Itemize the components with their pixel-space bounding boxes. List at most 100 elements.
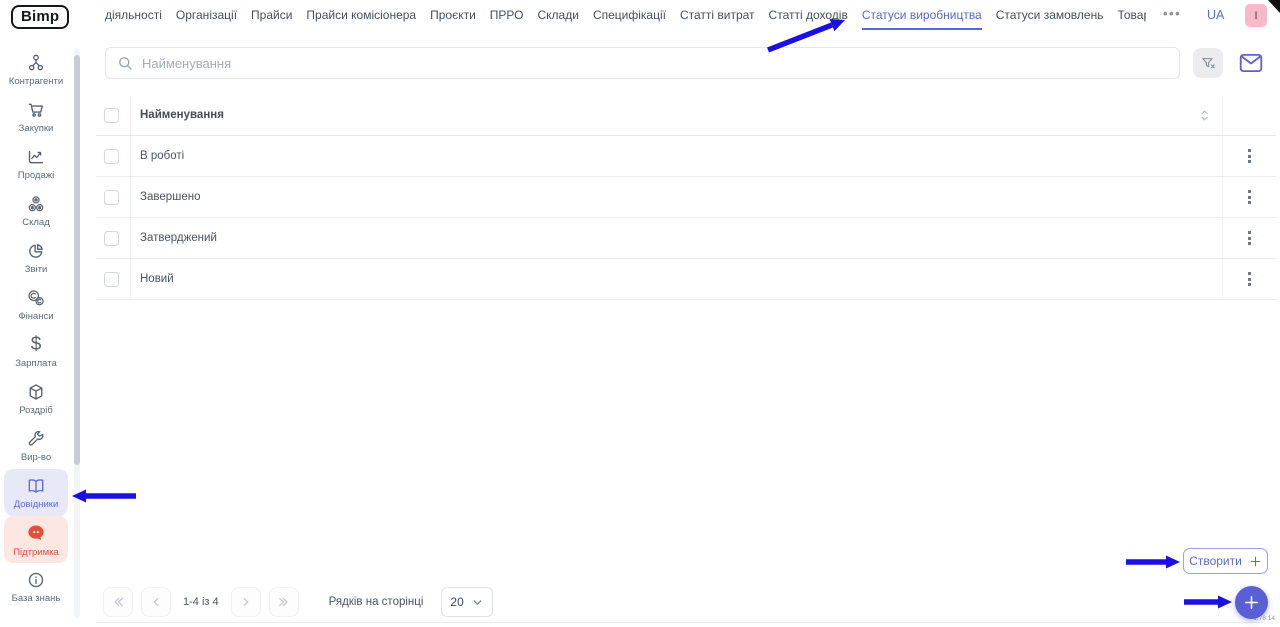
row-checkbox[interactable] [104, 148, 119, 164]
tab-tovary-ta-posluhy[interactable]: Товари та послуги [1117, 0, 1146, 30]
avatar[interactable]: I [1245, 4, 1267, 27]
book-icon [26, 476, 46, 496]
chart-icon [26, 147, 46, 167]
mail-button[interactable] [1238, 52, 1264, 74]
sidebar-item-label: Роздріб [19, 404, 53, 416]
header-checkbox-cell [96, 95, 131, 135]
sidebar-item-finansy[interactable]: Фінанси [4, 281, 68, 328]
sidebar-item-zakupky[interactable]: Закупки [4, 93, 68, 140]
tab-spetsyfikatsii[interactable]: Специфікації [593, 0, 666, 30]
sort-icon[interactable] [1197, 107, 1212, 124]
add-fab-button[interactable] [1235, 586, 1268, 619]
app-logo[interactable]: Bimp [11, 5, 70, 29]
cart-icon [26, 100, 46, 120]
search-icon [116, 54, 134, 72]
filter-x-icon [1200, 55, 1217, 72]
statuses-table: Найменування В роботі Завершено Затвердж… [96, 95, 1276, 300]
create-button[interactable]: Створити [1183, 548, 1268, 574]
column-header-name: Найменування [140, 109, 224, 121]
select-all-checkbox[interactable] [104, 107, 119, 123]
wrench-icon [26, 429, 46, 449]
sidebar-item-sklad[interactable]: Склад [4, 187, 68, 234]
next-page-button[interactable] [230, 587, 261, 617]
pie-chart-icon [26, 241, 46, 261]
chevron-down-icon [474, 599, 482, 605]
sidebar-item-vyrvo[interactable]: Вир-во [4, 422, 68, 469]
sidebar-item-baza-znan[interactable]: База знань [4, 563, 68, 610]
sidebar-scrollbar-thumb[interactable] [74, 55, 80, 465]
row-name: Завершено [140, 191, 201, 203]
chat-icon [25, 522, 47, 544]
chevron-left-icon [153, 597, 159, 607]
prev-page-button[interactable] [141, 587, 171, 617]
search-input[interactable] [142, 55, 1179, 71]
row-name: Затверджений [140, 232, 217, 244]
clear-filter-button[interactable] [1193, 48, 1223, 78]
last-page-button[interactable] [268, 587, 299, 617]
coins-icon [26, 288, 46, 308]
sidebar-item-rozdrib[interactable]: Роздріб [4, 375, 68, 422]
header-actions-cell [1222, 95, 1276, 135]
chevrons-left-icon [114, 597, 123, 607]
tab-orhanizatsii[interactable]: Організації [176, 0, 237, 30]
tab-proekty[interactable]: Проєкти [430, 0, 476, 30]
envelope-icon [1239, 53, 1263, 73]
sidebar-item-label: Продажі [17, 169, 55, 181]
stock-icon [26, 194, 46, 214]
row-menu-button[interactable] [1244, 145, 1255, 167]
sidebar-nav: Контрагенти Закупки Продажі Склад Звіти … [0, 46, 74, 610]
locale-switcher[interactable]: UA [1207, 0, 1224, 30]
header-name-cell: Найменування [131, 95, 1222, 135]
tab-statti-vytrat[interactable]: Статті витрат [680, 0, 755, 30]
tab-statusy-zamovlen[interactable]: Статуси замовлень [996, 0, 1104, 30]
table-row: Новий [96, 259, 1276, 300]
tabs-more-button[interactable]: ••• [1163, 0, 1181, 30]
tab-statusy-vyrobnytstva[interactable]: Статуси виробництва [862, 0, 982, 30]
table-row: В роботі [96, 136, 1276, 177]
sidebar-item-dovidnyky[interactable]: Довідники [4, 469, 68, 516]
chevron-right-icon [243, 597, 249, 607]
tab-prro[interactable]: ПРРО [490, 0, 524, 30]
sidebar-item-label: База знань [11, 592, 61, 604]
search-bar [105, 47, 1180, 79]
tab-diyalnosti[interactable]: діяльності [105, 0, 162, 30]
sidebar-item-prodazhi[interactable]: Продажі [4, 140, 68, 187]
row-menu-button[interactable] [1244, 186, 1255, 208]
dollar-icon: $ [30, 333, 42, 355]
sidebar-item-zvity[interactable]: Звіти [4, 234, 68, 281]
sidebar-item-label: Довідники [13, 498, 59, 510]
tab-sklady[interactable]: Склади [538, 0, 579, 30]
table-header-row: Найменування [96, 95, 1276, 136]
row-menu-button[interactable] [1244, 268, 1255, 290]
sidebar: Bimp Контрагенти Закупки Продажі Склад З… [0, 0, 82, 627]
row-checkbox[interactable] [104, 189, 119, 205]
sidebar-item-kontragenty[interactable]: Контрагенти [4, 46, 68, 93]
tab-praisy-komisionera[interactable]: Прайси комісіонера [306, 0, 416, 30]
cube-icon [26, 382, 46, 402]
create-button-label: Створити [1189, 554, 1242, 568]
corner-artifact [1268, 0, 1280, 13]
sidebar-item-label: Контрагенти [8, 75, 64, 87]
network-icon [26, 53, 46, 73]
rows-per-page-label: Рядків на сторінці [328, 596, 424, 608]
sidebar-item-label: Підтримка [13, 546, 59, 558]
sidebar-item-pidtrymka[interactable]: Підтримка [4, 516, 68, 563]
rows-per-page-select[interactable]: 20 [441, 587, 494, 617]
row-name: В роботі [140, 150, 185, 162]
sidebar-item-zarplata[interactable]: $ Зарплата [4, 328, 68, 375]
plus-icon [1250, 556, 1261, 566]
table-row: Завершено [96, 177, 1276, 218]
row-checkbox[interactable] [104, 271, 119, 287]
plus-icon [1245, 596, 1258, 609]
tab-statti-dokhodiv[interactable]: Статті доходів [769, 0, 848, 30]
chevrons-right-icon [278, 597, 288, 607]
row-name: Новий [140, 273, 174, 285]
row-menu-button[interactable] [1244, 227, 1255, 249]
page-range-text: 1-4 із 4 [183, 596, 219, 608]
row-checkbox[interactable] [104, 230, 119, 246]
bottom-divider [96, 622, 1264, 623]
tab-praisy[interactable]: Прайси [251, 0, 292, 30]
info-icon [26, 570, 46, 590]
sidebar-item-label: Вир-во [20, 451, 52, 463]
first-page-button[interactable] [103, 587, 133, 617]
